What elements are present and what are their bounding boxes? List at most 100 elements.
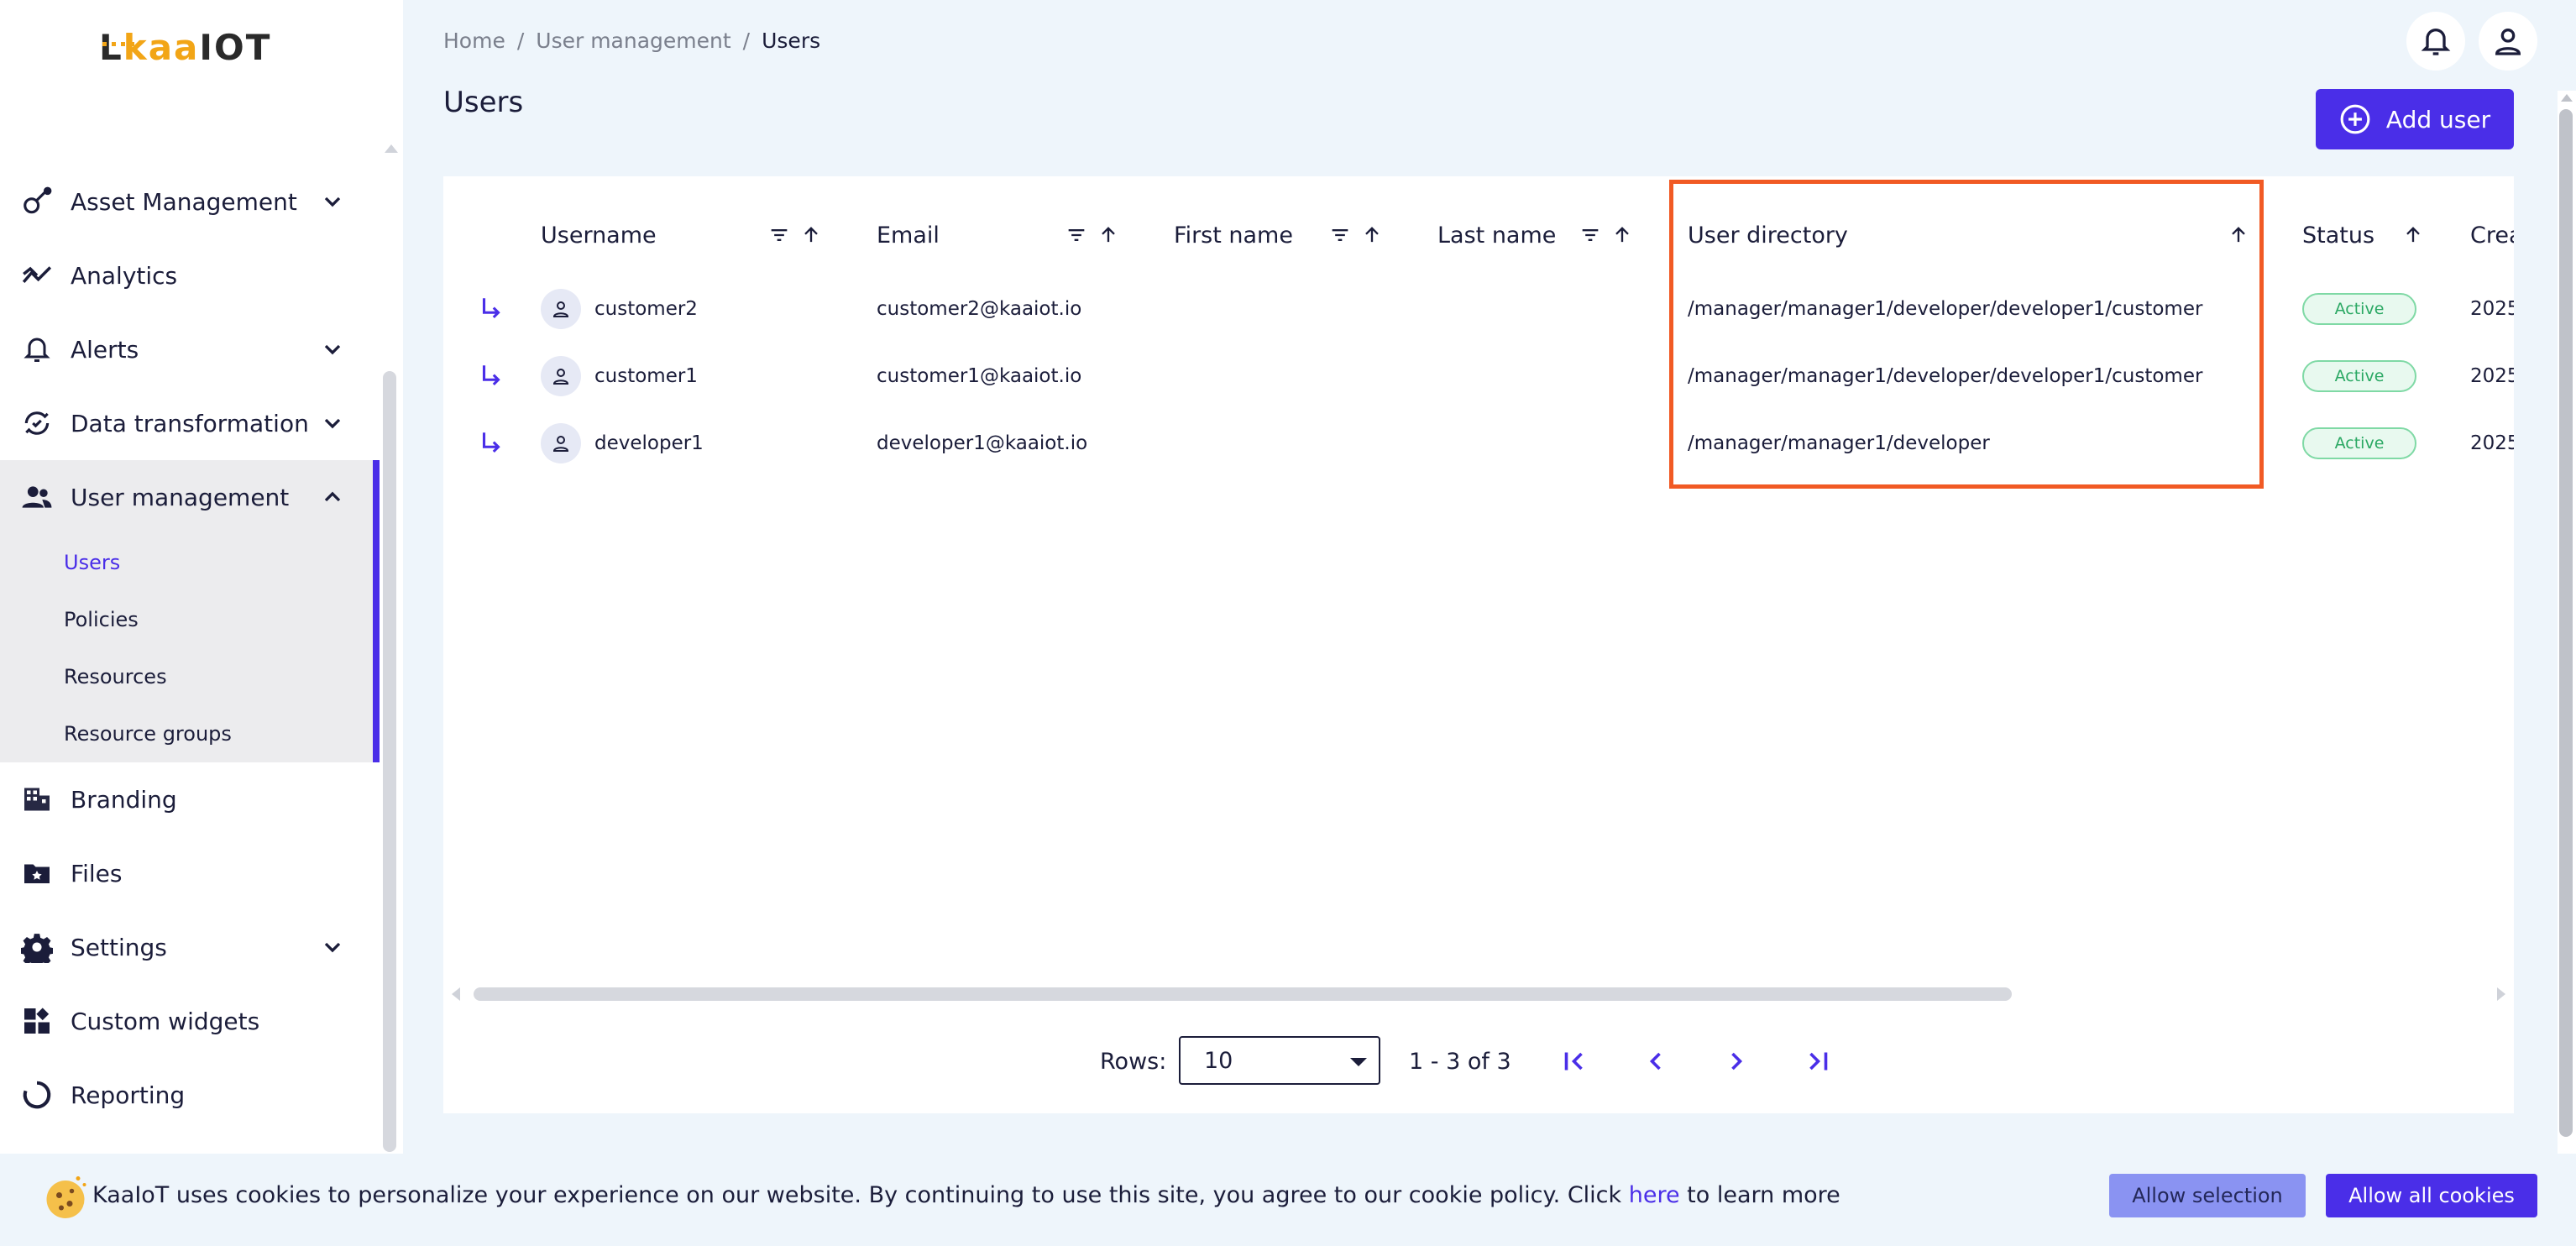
column-header-created[interactable]: Crea xyxy=(2470,210,2514,260)
breadcrumb-user-management[interactable]: User management xyxy=(536,29,730,53)
breadcrumb: Home / User management / Users xyxy=(443,29,820,53)
cookie-banner: KaaIoT uses cookies to personalize your … xyxy=(0,1154,2576,1246)
breadcrumb-home[interactable]: Home xyxy=(443,29,505,53)
first-page-button[interactable] xyxy=(1557,1043,1594,1080)
page-scroll-thumb[interactable] xyxy=(2559,109,2573,1137)
sidebar-item-data-transformation[interactable]: Data transformation xyxy=(0,386,380,460)
first-page-icon xyxy=(1564,1052,1583,1071)
username-cell[interactable]: customer2 xyxy=(541,275,698,343)
email-cell: customer2@kaaiot.io xyxy=(877,298,1082,320)
avatar xyxy=(541,356,581,396)
previous-page-button[interactable] xyxy=(1637,1043,1674,1080)
add-user-label: Add user xyxy=(2385,105,2491,134)
table-row[interactable]: developer1 developer1@kaaiot.io /manager… xyxy=(443,410,2514,477)
logo-text-b: kaa xyxy=(123,27,200,68)
column-header-email[interactable]: Email xyxy=(877,210,940,260)
sort-arrow-up-icon[interactable] xyxy=(1360,223,1384,247)
username-cell[interactable]: customer1 xyxy=(541,343,698,410)
sort-arrow-up-icon[interactable] xyxy=(1097,223,1120,247)
status-header-tools xyxy=(2401,213,2425,257)
email-header-tools xyxy=(1065,213,1120,257)
kaaiot-logo[interactable]: L kaa IOT xyxy=(99,18,304,65)
column-header-first-name[interactable]: First name xyxy=(1174,210,1293,260)
chevron-down-icon xyxy=(324,344,341,355)
sidebar-subitem-resources[interactable]: Resources xyxy=(0,648,380,705)
column-header-user-directory[interactable]: User directory xyxy=(1688,210,1848,260)
sort-arrow-up-icon[interactable] xyxy=(2401,223,2425,247)
transform-icon xyxy=(20,406,54,440)
avatar xyxy=(541,423,581,463)
sidebar-item-alerts[interactable]: Alerts xyxy=(0,312,380,386)
username-cell[interactable]: developer1 xyxy=(541,410,704,477)
sidebar-item-files[interactable]: Files xyxy=(0,836,380,910)
scroll-right-arrow[interactable] xyxy=(2497,987,2505,1001)
user-directory-cell: /manager/manager1/developer xyxy=(1688,432,1990,454)
sidebar-scroll-thumb[interactable] xyxy=(383,371,396,1152)
user-management-group: User management Users Policies Resources… xyxy=(0,460,380,762)
sidebar-item-asset-management[interactable]: Asset Management xyxy=(0,165,380,238)
rows-per-page-value: 10 xyxy=(1204,1047,1233,1074)
column-header-username[interactable]: Username xyxy=(541,210,657,260)
cookie-text-after: to learn more xyxy=(1679,1182,1840,1208)
table-row[interactable]: customer1 customer1@kaaiot.io /manager/m… xyxy=(443,343,2514,410)
breadcrumb-separator: / xyxy=(742,29,751,53)
last-name-header-tools xyxy=(1579,213,1634,257)
allow-selection-button[interactable]: Allow selection xyxy=(2109,1174,2306,1217)
allow-all-cookies-button[interactable]: Allow all cookies xyxy=(2326,1174,2537,1217)
chevron-down-icon xyxy=(324,196,341,207)
plus-circle-icon xyxy=(2340,104,2370,134)
asset-icon xyxy=(20,185,54,218)
child-arrow-icon xyxy=(477,275,505,343)
user-icon xyxy=(552,369,569,385)
username-text: customer2 xyxy=(594,298,698,320)
sidebar-subitem-resource-groups[interactable]: Resource groups xyxy=(0,705,380,762)
sidebar-scroll-up-arrow[interactable] xyxy=(385,144,398,153)
rows-per-page-select[interactable]: 10 xyxy=(1179,1036,1380,1085)
logo-text-a: L xyxy=(99,27,123,68)
scroll-left-arrow[interactable] xyxy=(452,987,460,1001)
users-icon xyxy=(20,480,54,514)
status-cell: Active xyxy=(2302,410,2416,477)
sort-arrow-up-icon[interactable] xyxy=(2227,223,2250,247)
column-header-status[interactable]: Status xyxy=(2302,210,2374,260)
filter-icon[interactable] xyxy=(767,223,791,247)
filter-icon[interactable] xyxy=(1579,223,1602,247)
column-header-last-name[interactable]: Last name xyxy=(1437,210,1556,260)
cookie-text-before: KaaIoT uses cookies to personalize your … xyxy=(92,1182,1629,1208)
first-name-header-tools xyxy=(1328,213,1384,257)
page-scroll-up-arrow[interactable] xyxy=(2561,94,2573,102)
sidebar-item-branding[interactable]: Branding xyxy=(0,762,380,836)
created-cell: 2025 xyxy=(2470,298,2514,320)
sidebar-item-user-management[interactable]: User management xyxy=(0,460,380,534)
email-cell: customer1@kaaiot.io xyxy=(877,365,1082,387)
caret-down-icon xyxy=(1350,1058,1367,1066)
widgets-icon xyxy=(20,1004,54,1038)
horizontal-scroll-thumb[interactable] xyxy=(474,987,2012,1001)
next-page-button[interactable] xyxy=(1718,1043,1755,1080)
sidebar-item-custom-widgets[interactable]: Custom widgets xyxy=(0,984,380,1058)
sort-arrow-up-icon[interactable] xyxy=(799,223,823,247)
sort-arrow-up-icon[interactable] xyxy=(1610,223,1634,247)
cookie-policy-link[interactable]: here xyxy=(1629,1182,1680,1208)
user-directory-header-tools xyxy=(2227,213,2250,257)
sidebar-item-label: Files xyxy=(71,859,123,887)
sidebar-subitem-users[interactable]: Users xyxy=(0,534,380,591)
analytics-icon xyxy=(20,259,54,292)
gear-icon xyxy=(20,930,54,964)
sidebar-item-settings[interactable]: Settings xyxy=(0,910,380,984)
last-page-button[interactable] xyxy=(1798,1043,1835,1080)
sidebar-subitem-policies[interactable]: Policies xyxy=(0,591,380,648)
filter-icon[interactable] xyxy=(1328,223,1352,247)
sidebar-item-reporting[interactable]: Reporting xyxy=(0,1058,380,1132)
add-user-button[interactable]: Add user xyxy=(2316,89,2514,149)
status-badge: Active xyxy=(2302,360,2416,392)
notifications-button[interactable] xyxy=(2406,12,2465,71)
account-button[interactable] xyxy=(2479,12,2537,71)
table-row[interactable]: customer2 customer2@kaaiot.io /manager/m… xyxy=(443,275,2514,343)
username-header-tools xyxy=(767,213,823,257)
sidebar-item-analytics[interactable]: Analytics xyxy=(0,238,380,312)
filter-icon[interactable] xyxy=(1065,223,1088,247)
sidebar: L kaa IOT Asset Management Analytics Ale… xyxy=(0,0,403,1246)
sidebar-item-label: Analytics xyxy=(71,261,178,290)
breadcrumb-separator: / xyxy=(516,29,525,53)
